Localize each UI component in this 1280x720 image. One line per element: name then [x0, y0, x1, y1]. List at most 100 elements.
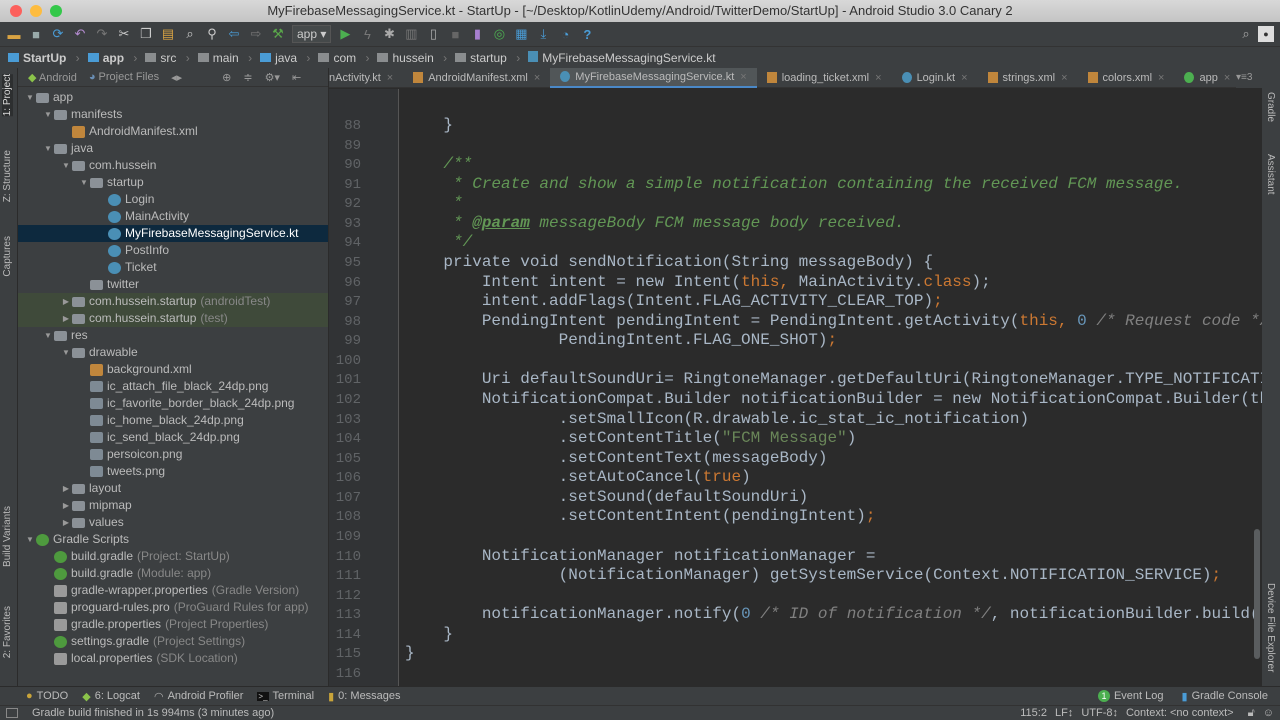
minimize-window-button[interactable]	[30, 5, 42, 17]
gradle-console-button[interactable]: ▮ Gradle Console	[1182, 690, 1269, 703]
apply-changes-icon[interactable]: ϟ	[359, 26, 375, 42]
tree-item[interactable]: ▼ startup	[18, 174, 328, 191]
todo-tool-button[interactable]: ● TODO	[26, 690, 68, 702]
search-everywhere-icon[interactable]: ⌕	[1238, 26, 1254, 42]
tree-item[interactable]: ▶ layout	[18, 480, 328, 497]
editor-tab[interactable]: app ×	[1174, 68, 1240, 88]
breadcrumb-item[interactable]: app	[87, 51, 138, 65]
forward-icon[interactable]: ⇨	[248, 26, 264, 42]
zoom-window-button[interactable]	[50, 5, 62, 17]
context[interactable]: Context: <no context>	[1126, 707, 1234, 719]
expand-arrow-down-icon[interactable]: ▼	[60, 157, 72, 174]
breadcrumb-item[interactable]: hussein	[377, 51, 447, 65]
event-log-button[interactable]: 1 Event Log	[1097, 690, 1164, 702]
tree-item[interactable]: ▶ com.hussein.startup (androidTest)	[18, 293, 328, 310]
copy-icon[interactable]: ❐	[138, 26, 154, 42]
tree-item[interactable]: background.xml	[18, 361, 328, 378]
tree-item[interactable]: ▼ Gradle Scripts	[18, 531, 328, 548]
profiler-icon[interactable]: ◔	[557, 26, 573, 42]
tree-item[interactable]: persoicon.png	[18, 446, 328, 463]
debug-icon[interactable]: ✱	[381, 26, 397, 42]
switch-view-icon[interactable]: ◂▸	[171, 71, 182, 84]
tree-item[interactable]: settings.gradle (Project Settings)	[18, 633, 328, 650]
terminal-tool-button[interactable]: >_ Terminal	[257, 690, 314, 702]
caret-position[interactable]: 115:2	[1020, 707, 1047, 719]
close-tab-icon[interactable]: ×	[387, 68, 393, 88]
paste-icon[interactable]: ▤	[160, 26, 176, 42]
toggle-tool-windows-icon[interactable]	[6, 708, 18, 718]
assistant-tool-button[interactable]: Assistant	[1265, 154, 1276, 195]
project-structure-icon[interactable]: ▦	[513, 26, 529, 42]
stop-icon[interactable]: ■	[447, 26, 463, 42]
profiler-tool-button[interactable]: ◠ Android Profiler	[154, 690, 243, 703]
expand-arrow-right-icon[interactable]: ▶	[60, 310, 72, 327]
tree-item[interactable]: gradle.properties (Project Properties)	[18, 616, 328, 633]
device-file-explorer-button[interactable]: Device File Explorer	[1265, 583, 1276, 672]
editor-tab[interactable]: loading_ticket.xml ×	[757, 68, 892, 88]
tree-item[interactable]: Ticket	[18, 259, 328, 276]
tree-item[interactable]: PostInfo	[18, 242, 328, 259]
tree-item[interactable]: ▼ drawable	[18, 344, 328, 361]
avd-manager-icon[interactable]: ▮	[469, 26, 485, 42]
close-tab-icon[interactable]: ×	[740, 67, 746, 87]
tree-item[interactable]: build.gradle (Project: StartUp)	[18, 548, 328, 565]
tabs-overflow-button[interactable]: ▾≡3	[1236, 68, 1262, 88]
favorites-tool-button[interactable]: 2: Favorites	[2, 606, 13, 658]
close-window-button[interactable]	[10, 5, 22, 17]
breadcrumb-item[interactable]: src	[145, 51, 189, 65]
tree-item[interactable]: ▶ com.hussein.startup (test)	[18, 310, 328, 327]
logcat-tool-button[interactable]: ◆ 6: Logcat	[82, 690, 140, 703]
project-tool-button[interactable]: 1: Project	[2, 74, 13, 117]
replace-icon[interactable]: ⚲	[204, 26, 220, 42]
editor-tab[interactable]: AndroidManifest.xml ×	[403, 68, 550, 88]
build-hammer-icon[interactable]: ⚒	[270, 26, 286, 42]
sync-gradle-icon[interactable]: ◎	[491, 26, 507, 42]
sync-icon[interactable]: ⟳	[50, 26, 66, 42]
tree-item[interactable]: MainActivity	[18, 208, 328, 225]
tree-item[interactable]: gradle-wrapper.properties (Gradle Version…	[18, 582, 328, 599]
tree-item[interactable]: twitter	[18, 276, 328, 293]
tree-item[interactable]: ic_favorite_border_black_24dp.png	[18, 395, 328, 412]
redo-icon[interactable]: ↷	[94, 26, 110, 42]
tree-item[interactable]: ic_home_black_24dp.png	[18, 412, 328, 429]
breadcrumb-item[interactable]: startup	[455, 51, 520, 65]
tree-item[interactable]: ▼ java	[18, 140, 328, 157]
tree-item[interactable]: ▼ app	[18, 89, 328, 106]
close-tab-icon[interactable]: ×	[1224, 68, 1230, 88]
encoding[interactable]: UTF-8↕	[1081, 707, 1118, 719]
tree-item[interactable]: ▼ manifests	[18, 106, 328, 123]
expand-arrow-down-icon[interactable]: ▼	[42, 327, 54, 344]
editor-scrollbar[interactable]	[1254, 529, 1260, 659]
expand-arrow-right-icon[interactable]: ▶	[60, 514, 72, 531]
breadcrumb-item[interactable]: java	[260, 51, 310, 65]
back-icon[interactable]: ⇦	[226, 26, 242, 42]
sdk-manager-icon[interactable]: ⤓	[535, 26, 551, 42]
expand-arrow-down-icon[interactable]: ▼	[24, 89, 36, 106]
editor-tab[interactable]: Login.kt ×	[892, 68, 978, 88]
open-icon[interactable]: ▬	[6, 26, 22, 42]
view-android-tab[interactable]: ◆ Android	[28, 71, 77, 84]
cut-icon[interactable]: ✂	[116, 26, 132, 42]
gradle-tool-button[interactable]: Gradle	[1265, 92, 1276, 122]
tree-item[interactable]: MyFirebaseMessagingService.kt	[18, 225, 328, 242]
tree-item[interactable]: ic_attach_file_black_24dp.png	[18, 378, 328, 395]
tree-item[interactable]: AndroidManifest.xml	[18, 123, 328, 140]
tree-item[interactable]: proguard-rules.pro (ProGuard Rules for ap…	[18, 599, 328, 616]
tree-item[interactable]: ▶ values	[18, 514, 328, 531]
view-project-files-tab[interactable]: ◕ Project Files	[89, 71, 159, 83]
close-tab-icon[interactable]: ×	[534, 68, 540, 88]
run-icon[interactable]: ▶	[337, 26, 353, 42]
breadcrumb-item[interactable]: StartUp	[8, 51, 80, 65]
expand-arrow-right-icon[interactable]: ▶	[60, 293, 72, 310]
close-tab-icon[interactable]: ×	[1158, 68, 1164, 88]
tree-item[interactable]: ▼ res	[18, 327, 328, 344]
messages-tool-button[interactable]: ▮ 0: Messages	[328, 690, 400, 703]
code-editor[interactable]: 88 } 89 90 /** 91 * Create and show a simpl…	[329, 89, 1262, 686]
gear-icon[interactable]: ⚙▾	[265, 71, 280, 84]
expand-arrow-down-icon[interactable]: ▼	[42, 106, 54, 123]
run-config-select[interactable]: app ▾	[292, 25, 332, 43]
tree-item[interactable]: build.gradle (Module: app)	[18, 565, 328, 582]
build-variants-tool-button[interactable]: Build Variants	[2, 506, 13, 567]
save-icon[interactable]: ■	[28, 26, 44, 42]
editor-tab[interactable]: strings.xml ×	[978, 68, 1078, 88]
